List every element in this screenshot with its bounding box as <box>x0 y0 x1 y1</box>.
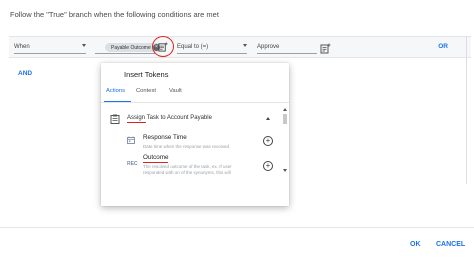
token-group-row[interactable]: Assign Task to Account Payable <box>101 112 281 126</box>
annotation-underline <box>127 122 146 124</box>
operator-select[interactable]: Equal to (=) <box>177 40 247 54</box>
or-button[interactable]: OR <box>438 43 448 50</box>
list-item <box>111 99 271 104</box>
scroll-down-arrow-icon[interactable] <box>282 169 287 172</box>
token-description: Date time when the response was received… <box>143 144 231 149</box>
cancel-button[interactable]: CANCEL <box>436 241 465 248</box>
and-button[interactable]: AND <box>18 70 32 77</box>
token-name: Outcome <box>143 154 169 161</box>
annotation-circle <box>152 36 174 57</box>
calendar-icon <box>127 136 135 144</box>
group-label: Assign Task to Account Payable <box>127 115 212 121</box>
add-token-button[interactable]: + <box>263 136 273 146</box>
divider <box>0 227 474 228</box>
plus-icon: + <box>265 161 271 170</box>
popup-title: Insert Tokens <box>124 70 169 79</box>
token-item-outcome: REC Outcome The resolved outcome of the … <box>101 153 281 183</box>
value-input[interactable]: Approve <box>257 40 317 54</box>
when-label: When <box>14 43 30 50</box>
when-select[interactable]: When <box>14 40 86 54</box>
token-description: The resolved outcome of the task, ex. If… <box>143 164 232 175</box>
insert-token-value-icon[interactable] <box>320 41 331 54</box>
scroll-thumb[interactable] <box>283 114 287 124</box>
task-icon <box>110 114 120 124</box>
value-text: Approve <box>257 43 280 50</box>
chevron-down-icon <box>82 44 86 47</box>
insert-tokens-popup: Insert Tokens Actions Context Vault Assi… <box>101 63 289 206</box>
divider <box>466 36 467 184</box>
token-chip-label: Payable Outcome <box>111 44 151 51</box>
text-type-icon: REC <box>127 161 138 167</box>
operator-label: Equal to (=) <box>177 43 209 50</box>
ok-button[interactable]: OK <box>410 241 421 248</box>
token-name: Response Time <box>143 134 187 141</box>
dialog-instruction: Follow the "True" branch when the follow… <box>10 10 219 19</box>
chevron-up-icon[interactable] <box>266 117 270 120</box>
add-token-button[interactable]: + <box>263 161 273 171</box>
plus-icon: + <box>265 136 271 145</box>
condition-row: When Payable Outcome × Equal to (=) Appr… <box>9 36 471 58</box>
scrollbar[interactable] <box>282 108 287 206</box>
chevron-down-icon <box>243 44 247 47</box>
scroll-up-arrow-icon[interactable] <box>282 108 287 111</box>
